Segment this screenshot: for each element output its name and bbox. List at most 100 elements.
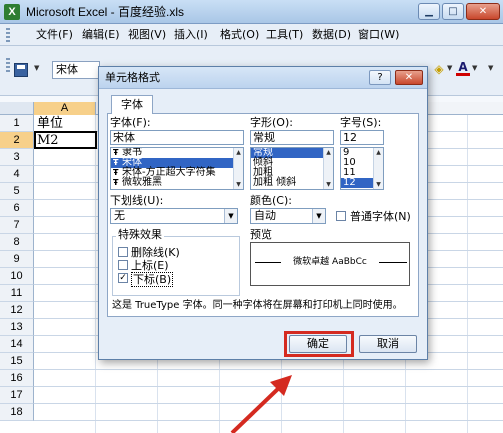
scroll-down-icon[interactable]: ▼ (234, 180, 243, 189)
row-header-6[interactable]: 6 (0, 200, 34, 217)
menu-insert[interactable]: 插入(I) (172, 27, 210, 43)
row-header-11[interactable]: 11 (0, 285, 34, 302)
close-button[interactable]: ✕ (466, 3, 500, 20)
font-list-scrollbar[interactable]: ▲ ▼ (233, 148, 243, 189)
cancel-button[interactable]: 取消 (359, 335, 417, 353)
row-header-2[interactable]: 2 (0, 132, 34, 149)
row-header-17[interactable]: 17 (0, 387, 34, 404)
scroll-up-icon[interactable]: ▲ (374, 148, 383, 157)
menu-window[interactable]: 窗口(W) (356, 27, 401, 43)
active-cell-border (34, 131, 97, 149)
superscript-checkbox[interactable] (118, 260, 128, 270)
row-header-18[interactable]: 18 (0, 404, 34, 421)
toolbar-options-icon[interactable]: ▼ (34, 65, 41, 72)
menu-grip-icon (6, 28, 10, 42)
color-value: 自动 (254, 209, 276, 222)
truetype-note: 这是 TrueType 字体。同一种字体将在屏幕和打印机上同时使用。 (112, 300, 403, 311)
maximize-button[interactable]: □ (442, 3, 464, 20)
superscript-label[interactable]: 上标(E) (131, 259, 169, 272)
font-tab-panel: 字体(F): 宋体 Ŧ 隶书 Ŧ 宋体 Ŧ 宋体-方正超大字符集 Ŧ 微软雅黑 ▲ ▼ … (107, 113, 419, 317)
toolbar-grip-icon (6, 58, 10, 72)
style-list-scrollbar[interactable]: ▲ ▼ (323, 148, 333, 189)
save-icon[interactable] (14, 63, 28, 77)
row-header-5[interactable]: 5 (0, 183, 34, 200)
scroll-up-icon[interactable]: ▲ (234, 148, 243, 157)
row-header-14[interactable]: 14 (0, 336, 34, 353)
dialog-close-button[interactable]: ✕ (395, 70, 423, 85)
truetype-icon: Ŧ (113, 148, 119, 157)
font-name-input[interactable]: 宋体 (110, 130, 244, 145)
row-header-16[interactable]: 16 (0, 370, 34, 387)
style-label: 字形(O): (250, 116, 293, 129)
subscript-checkbox[interactable]: ✓ (118, 273, 128, 283)
menu-tools[interactable]: 工具(T) (264, 27, 305, 43)
underline-label: 下划线(U): (110, 194, 164, 207)
scroll-down-icon[interactable]: ▼ (324, 180, 333, 189)
subscript-label[interactable]: 下标(B) (131, 272, 174, 287)
window-title: Microsoft Excel - 百度经验.xls (26, 5, 185, 19)
effects-title: 特殊效果 (116, 228, 164, 241)
dialog-titlebar: 单元格格式 ? ✕ (99, 67, 427, 89)
row-header-3[interactable]: 3 (0, 149, 34, 166)
row-header-15[interactable]: 15 (0, 353, 34, 370)
column-header-a[interactable]: A (34, 102, 96, 115)
preview-label: 预览 (250, 228, 272, 241)
normal-font-label[interactable]: 普通字体(N) (350, 210, 411, 223)
truetype-icon: Ŧ (113, 168, 119, 177)
list-item[interactable]: Ŧ 微软雅黑 (111, 178, 243, 188)
cell-a1[interactable]: 单位 (37, 115, 63, 132)
font-name-list[interactable]: Ŧ 隶书 Ŧ 宋体 Ŧ 宋体-方正超大字符集 Ŧ 微软雅黑 ▲ ▼ (110, 147, 244, 190)
underline-select[interactable]: 无 ▼ (110, 208, 238, 224)
color-select[interactable]: 自动 ▼ (250, 208, 326, 224)
normal-font-checkbox[interactable] (336, 211, 346, 221)
color-label: 颜色(C): (250, 194, 292, 207)
list-item[interactable]: 加粗 倾斜 (251, 178, 333, 188)
chevron-down-icon[interactable]: ▼ (312, 209, 325, 223)
menu-format[interactable]: 格式(O) (218, 27, 261, 43)
menu-bar: 文件(F) 编辑(E) 视图(V) 插入(I) 格式(O) 工具(T) 数据(D… (0, 24, 503, 46)
font-size-input[interactable]: 12 (340, 130, 384, 145)
font-name-select[interactable]: 宋体 (52, 61, 100, 79)
row-header-10[interactable]: 10 (0, 268, 34, 285)
format-cells-dialog: 单元格格式 ? ✕ 字体 字体(F): 宋体 Ŧ 隶书 Ŧ 宋体 Ŧ 宋体-方正超大字… (98, 66, 428, 360)
menu-view[interactable]: 视图(V) (126, 27, 168, 43)
font-style-list[interactable]: 常规 倾斜 加粗 加粗 倾斜 ▲ ▼ (250, 147, 334, 190)
font-color-dropdown-icon[interactable]: ▼ (472, 65, 479, 72)
font-size-list[interactable]: 9 10 11 12 ▲ ▼ (340, 147, 384, 190)
window-titlebar: X Microsoft Excel - 百度经验.xls ▁ □ ✕ (0, 0, 503, 24)
scroll-down-icon[interactable]: ▼ (374, 180, 383, 189)
minimize-button[interactable]: ▁ (418, 3, 440, 20)
dialog-title: 单元格格式 (105, 71, 160, 84)
chevron-down-icon[interactable]: ▼ (224, 209, 237, 223)
size-list-scrollbar[interactable]: ▲ ▼ (373, 148, 383, 189)
menu-data[interactable]: 数据(D) (310, 27, 353, 43)
scroll-up-icon[interactable]: ▲ (324, 148, 333, 157)
select-all-corner[interactable] (0, 102, 34, 115)
strikethrough-label[interactable]: 删除线(K) (131, 246, 180, 259)
strikethrough-checkbox[interactable] (118, 247, 128, 257)
fill-color-icon[interactable]: ◈ (432, 61, 446, 77)
row-header-13[interactable]: 13 (0, 319, 34, 336)
toolbar-more-icon[interactable]: ▼ (488, 65, 495, 72)
tab-font[interactable]: 字体 (111, 95, 153, 114)
excel-icon: X (4, 4, 20, 20)
row-header-1[interactable]: 1 (0, 115, 34, 132)
row-header-9[interactable]: 9 (0, 251, 34, 268)
ok-button-highlight (284, 331, 354, 357)
row-header-12[interactable]: 12 (0, 302, 34, 319)
fill-color-dropdown-icon[interactable]: ▼ (447, 65, 454, 72)
size-label: 字号(S): (340, 116, 382, 129)
font-style-input[interactable]: 常规 (250, 130, 334, 145)
truetype-icon: Ŧ (113, 158, 119, 167)
preview-baseline-right (379, 262, 407, 263)
truetype-icon: Ŧ (113, 178, 119, 187)
row-header-8[interactable]: 8 (0, 234, 34, 251)
preview-box: 微软卓越 AaBbCc (250, 242, 410, 286)
menu-edit[interactable]: 编辑(E) (80, 27, 122, 43)
row-header-4[interactable]: 4 (0, 166, 34, 183)
font-color-icon[interactable]: A (456, 61, 470, 76)
menu-file[interactable]: 文件(F) (34, 27, 75, 43)
help-button[interactable]: ? (369, 70, 391, 85)
font-label: 字体(F): (110, 116, 151, 129)
row-header-7[interactable]: 7 (0, 217, 34, 234)
